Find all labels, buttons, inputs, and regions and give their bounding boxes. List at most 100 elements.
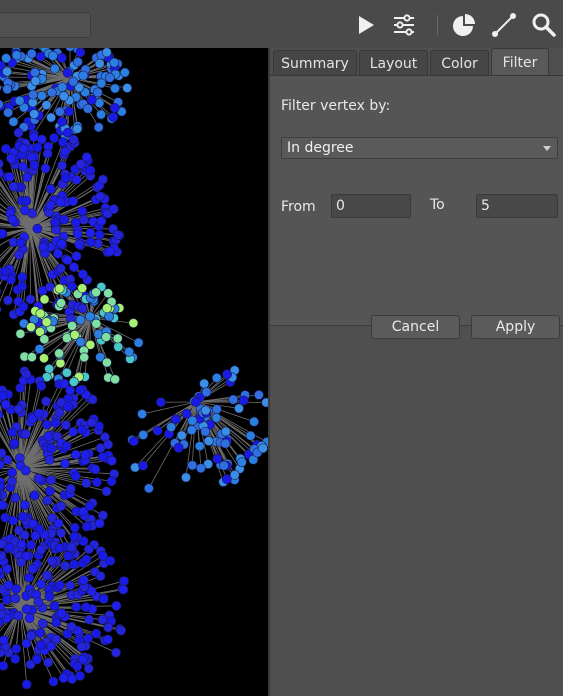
graph-node [4, 542, 15, 553]
graph-node [106, 476, 117, 487]
graph-node [57, 116, 67, 127]
graph-node [69, 559, 79, 570]
graph-node [47, 556, 57, 566]
graph-node [97, 614, 108, 625]
cancel-button[interactable]: Cancel [371, 315, 460, 339]
graph-node [69, 531, 80, 542]
graph-node [53, 518, 64, 529]
graph-node [253, 389, 264, 400]
graph-node [39, 334, 50, 345]
graph-node [55, 358, 66, 369]
toolbar-input[interactable] [0, 12, 91, 38]
graph-node [54, 580, 65, 591]
search-button[interactable] [531, 12, 557, 38]
graph-node [85, 237, 96, 247]
graph-node [83, 633, 93, 644]
graph-node [92, 87, 103, 98]
graph-node [35, 51, 46, 62]
graph-node [26, 539, 36, 550]
graph-node [152, 425, 163, 436]
graph-node [16, 557, 27, 568]
graph-node [62, 255, 73, 265]
graph-node [116, 625, 126, 636]
play-button[interactable] [353, 12, 379, 38]
graph-node [95, 571, 106, 581]
graph-node [118, 584, 129, 595]
graph-node [211, 412, 222, 423]
apply-button[interactable]: Apply [471, 315, 560, 339]
graph-node [42, 419, 52, 430]
filter-attribute-select[interactable]: In degree [281, 137, 558, 159]
settings-button[interactable] [391, 12, 417, 38]
graph-node [166, 422, 176, 432]
tab-color[interactable]: Color [430, 50, 489, 76]
statistics-button[interactable] [451, 12, 477, 38]
graph-node [176, 430, 187, 441]
graph-node [35, 308, 46, 319]
graph-canvas[interactable] [0, 48, 268, 696]
graph-node [102, 357, 112, 368]
graph-node [200, 426, 211, 437]
graph-node [68, 376, 79, 387]
to-input[interactable]: 5 [476, 194, 558, 218]
graph-node [238, 395, 249, 406]
graph-node [63, 401, 73, 412]
graph-node [26, 630, 36, 641]
graph-node [60, 146, 70, 157]
graph-node [7, 427, 18, 438]
graph-node [45, 200, 56, 211]
graph-node [0, 266, 11, 277]
graph-node [54, 106, 65, 117]
graph-node [26, 48, 37, 59]
from-input[interactable]: 0 [331, 194, 411, 218]
play-icon [359, 16, 374, 34]
graph-node [245, 430, 256, 441]
graph-node [104, 72, 115, 83]
edge-button[interactable] [491, 12, 517, 38]
graph-node [39, 353, 49, 364]
graph-node [55, 197, 66, 207]
graph-node [30, 67, 40, 78]
graph-node [109, 103, 120, 113]
graph-node [84, 501, 95, 511]
graph-node [11, 50, 22, 61]
graph-node [0, 410, 4, 420]
graph-node [0, 306, 2, 314]
graph-node [68, 134, 79, 145]
graph-node [7, 476, 17, 487]
graph-node [98, 174, 108, 185]
toolbar-separator [437, 15, 438, 35]
graph-node [32, 142, 43, 153]
graph-node [24, 613, 35, 624]
graph-node [101, 48, 112, 58]
graph-node [69, 522, 80, 533]
graph-node [81, 554, 92, 565]
graph-node [229, 469, 240, 480]
graph-node [39, 294, 50, 305]
graph-node [48, 676, 59, 687]
graph-node [110, 374, 120, 385]
graph-node [44, 454, 55, 465]
graph-node [75, 385, 86, 395]
graph-node [103, 634, 113, 645]
graph-node [92, 477, 102, 488]
tab-layout[interactable]: Layout [359, 50, 428, 76]
graph-node [86, 95, 97, 105]
graph-node [70, 471, 81, 481]
graph-node [106, 455, 117, 466]
graph-node [14, 95, 25, 106]
graph-node [119, 576, 129, 586]
graph-node [96, 216, 107, 226]
graph-node [19, 205, 30, 216]
graph-node [71, 251, 82, 261]
graph-node [98, 594, 109, 604]
graph-node [109, 57, 120, 68]
graph-node [95, 191, 105, 202]
graph-node [195, 463, 206, 474]
tab-summary[interactable]: Summary [273, 50, 357, 76]
tab-filter[interactable]: Filter [491, 48, 549, 76]
graph-node [17, 281, 27, 292]
graph-node [46, 112, 56, 123]
graph-node [86, 417, 97, 428]
graph-node [49, 63, 60, 74]
